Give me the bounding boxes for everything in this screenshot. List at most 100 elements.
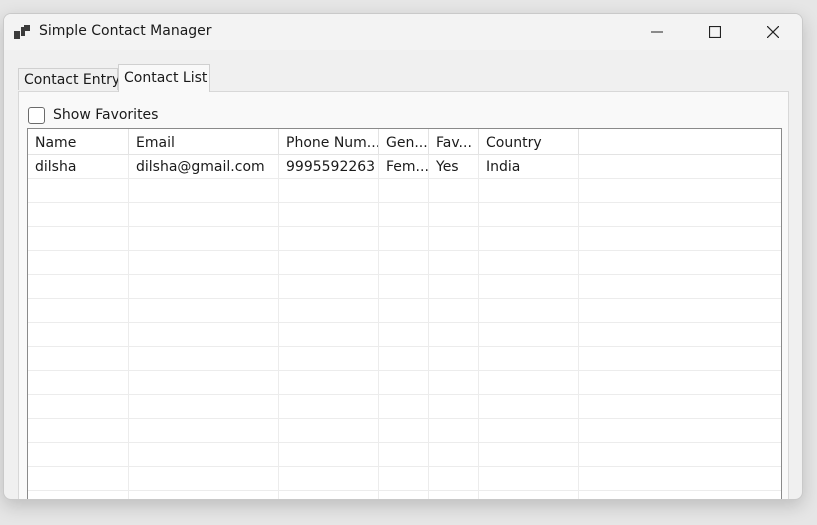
cell-name[interactable]	[28, 179, 129, 203]
cell-gender[interactable]	[379, 347, 429, 371]
cell-name[interactable]	[28, 419, 129, 443]
empty-row[interactable]	[28, 467, 781, 491]
cell-country[interactable]: India	[479, 155, 579, 179]
cell-email[interactable]	[129, 395, 279, 419]
cell-name[interactable]	[28, 251, 129, 275]
cell-name[interactable]: dilsha	[28, 155, 129, 179]
tab-contact-list[interactable]: Contact List	[118, 64, 210, 92]
cell-email[interactable]	[129, 323, 279, 347]
cell-phone[interactable]	[279, 347, 379, 371]
cell-name[interactable]	[28, 299, 129, 323]
cell-phone[interactable]	[279, 371, 379, 395]
empty-row[interactable]	[28, 419, 781, 443]
empty-row[interactable]	[28, 323, 781, 347]
cell-gender[interactable]	[379, 467, 429, 491]
cell-favorite[interactable]: Yes	[429, 155, 479, 179]
cell-phone[interactable]	[279, 395, 379, 419]
cell-email[interactable]	[129, 275, 279, 299]
cell-email[interactable]	[129, 371, 279, 395]
cell-phone[interactable]	[279, 227, 379, 251]
cell-phone[interactable]	[279, 203, 379, 227]
cell-email[interactable]	[129, 179, 279, 203]
cell-phone[interactable]	[279, 467, 379, 491]
cell-country[interactable]	[479, 323, 579, 347]
cell-email[interactable]	[129, 443, 279, 467]
cell-gender[interactable]	[379, 275, 429, 299]
cell-gender[interactable]	[379, 179, 429, 203]
cell-country[interactable]	[479, 395, 579, 419]
cell-email[interactable]: dilsha@gmail.com	[129, 155, 279, 179]
cell-name[interactable]	[28, 371, 129, 395]
empty-row[interactable]	[28, 179, 781, 203]
cell-country[interactable]	[479, 299, 579, 323]
cell-country[interactable]	[479, 179, 579, 203]
column-header-country[interactable]: Country	[479, 129, 579, 155]
cell-gender[interactable]	[379, 491, 429, 499]
cell-favorite[interactable]	[429, 203, 479, 227]
column-header-favorite[interactable]: Fav...	[429, 129, 479, 155]
cell-country[interactable]	[479, 491, 579, 499]
cell-name[interactable]	[28, 347, 129, 371]
column-header-name[interactable]: Name	[28, 129, 129, 155]
column-header-email[interactable]: Email	[129, 129, 279, 155]
cell-gender[interactable]	[379, 203, 429, 227]
cell-phone[interactable]	[279, 275, 379, 299]
cell-email[interactable]	[129, 347, 279, 371]
empty-row[interactable]	[28, 203, 781, 227]
cell-phone[interactable]	[279, 491, 379, 499]
table-row[interactable]: dilsha dilsha@gmail.com 9995592263 Fem... Ye…	[28, 155, 781, 179]
cell-gender[interactable]	[379, 251, 429, 275]
cell-gender[interactable]	[379, 419, 429, 443]
cell-email[interactable]	[129, 203, 279, 227]
cell-name[interactable]	[28, 443, 129, 467]
cell-email[interactable]	[129, 467, 279, 491]
empty-row[interactable]	[28, 395, 781, 419]
cell-country[interactable]	[479, 227, 579, 251]
cell-name[interactable]	[28, 227, 129, 251]
cell-favorite[interactable]	[429, 227, 479, 251]
contacts-grid[interactable]: Name Email Phone Num... Gen... Fav... Co…	[27, 128, 782, 499]
cell-name[interactable]	[28, 467, 129, 491]
cell-phone[interactable]	[279, 419, 379, 443]
cell-favorite[interactable]	[429, 251, 479, 275]
column-header-gender[interactable]: Gen...	[379, 129, 429, 155]
cell-phone[interactable]	[279, 179, 379, 203]
cell-phone[interactable]: 9995592263	[279, 155, 379, 179]
cell-favorite[interactable]	[429, 179, 479, 203]
cell-favorite[interactable]	[429, 323, 479, 347]
cell-phone[interactable]	[279, 299, 379, 323]
cell-favorite[interactable]	[429, 275, 479, 299]
cell-gender[interactable]	[379, 323, 429, 347]
empty-row[interactable]	[28, 443, 781, 467]
cell-favorite[interactable]	[429, 419, 479, 443]
show-favorites-checkbox[interactable]	[28, 107, 45, 124]
cell-name[interactable]	[28, 275, 129, 299]
cell-country[interactable]	[479, 443, 579, 467]
cell-email[interactable]	[129, 491, 279, 499]
cell-name[interactable]	[28, 323, 129, 347]
cell-gender[interactable]	[379, 395, 429, 419]
cell-country[interactable]	[479, 371, 579, 395]
close-button[interactable]	[744, 14, 802, 50]
cell-country[interactable]	[479, 203, 579, 227]
cell-phone[interactable]	[279, 323, 379, 347]
empty-row[interactable]	[28, 251, 781, 275]
tab-contact-entry[interactable]: Contact Entry	[18, 68, 120, 90]
title-bar[interactable]: Simple Contact Manager	[4, 14, 802, 50]
cell-favorite[interactable]	[429, 491, 479, 499]
column-header-phone[interactable]: Phone Num...	[279, 129, 379, 155]
cell-name[interactable]	[28, 203, 129, 227]
cell-email[interactable]	[129, 299, 279, 323]
cell-phone[interactable]	[279, 443, 379, 467]
cell-gender[interactable]	[379, 227, 429, 251]
cell-name[interactable]	[28, 491, 129, 499]
cell-country[interactable]	[479, 419, 579, 443]
empty-row[interactable]	[28, 299, 781, 323]
cell-favorite[interactable]	[429, 443, 479, 467]
cell-name[interactable]	[28, 395, 129, 419]
cell-gender[interactable]	[379, 371, 429, 395]
cell-favorite[interactable]	[429, 371, 479, 395]
cell-country[interactable]	[479, 275, 579, 299]
cell-favorite[interactable]	[429, 299, 479, 323]
cell-gender[interactable]: Fem...	[379, 155, 429, 179]
